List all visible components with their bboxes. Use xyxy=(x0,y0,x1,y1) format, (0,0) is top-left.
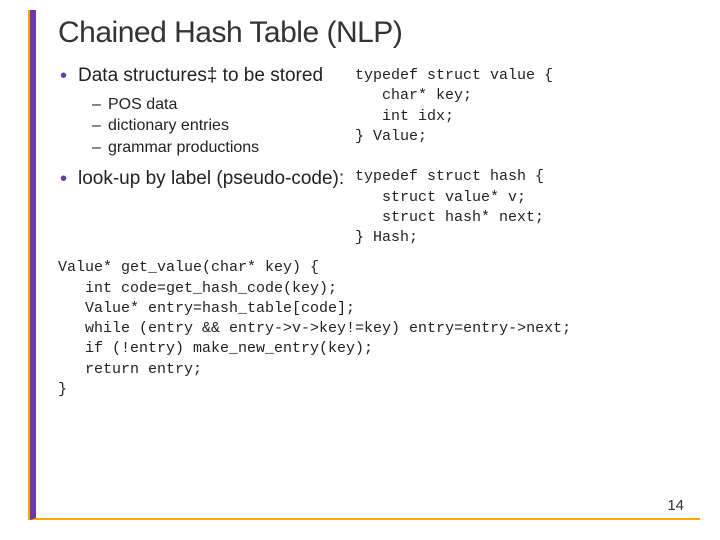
slide-title: Chained Hash Table (NLP) xyxy=(58,16,682,50)
sub-bullet-item: dictionary entries xyxy=(92,115,345,137)
two-column-layout: Data structures‡ to be stored POS data d… xyxy=(58,64,682,248)
sub-bullet-item: grammar productions xyxy=(92,137,345,159)
code-function: Value* get_value(char* key) { int code=g… xyxy=(58,258,682,400)
page-number: 14 xyxy=(667,497,684,514)
code-typedef: typedef struct value { char* key; int id… xyxy=(355,64,682,248)
left-column: Data structures‡ to be stored POS data d… xyxy=(58,64,345,248)
bullet-item: look-up by label (pseudo-code): xyxy=(58,167,345,191)
bullet-list: look-up by label (pseudo-code): xyxy=(58,167,345,191)
slide-frame: Chained Hash Table (NLP) Data structures… xyxy=(30,10,700,520)
bullet-list: Data structures‡ to be stored xyxy=(58,64,345,88)
sub-bullet-list: POS data dictionary entries grammar prod… xyxy=(92,94,345,159)
sub-bullet-item: POS data xyxy=(92,94,345,116)
bullet-item: Data structures‡ to be stored xyxy=(58,64,345,88)
